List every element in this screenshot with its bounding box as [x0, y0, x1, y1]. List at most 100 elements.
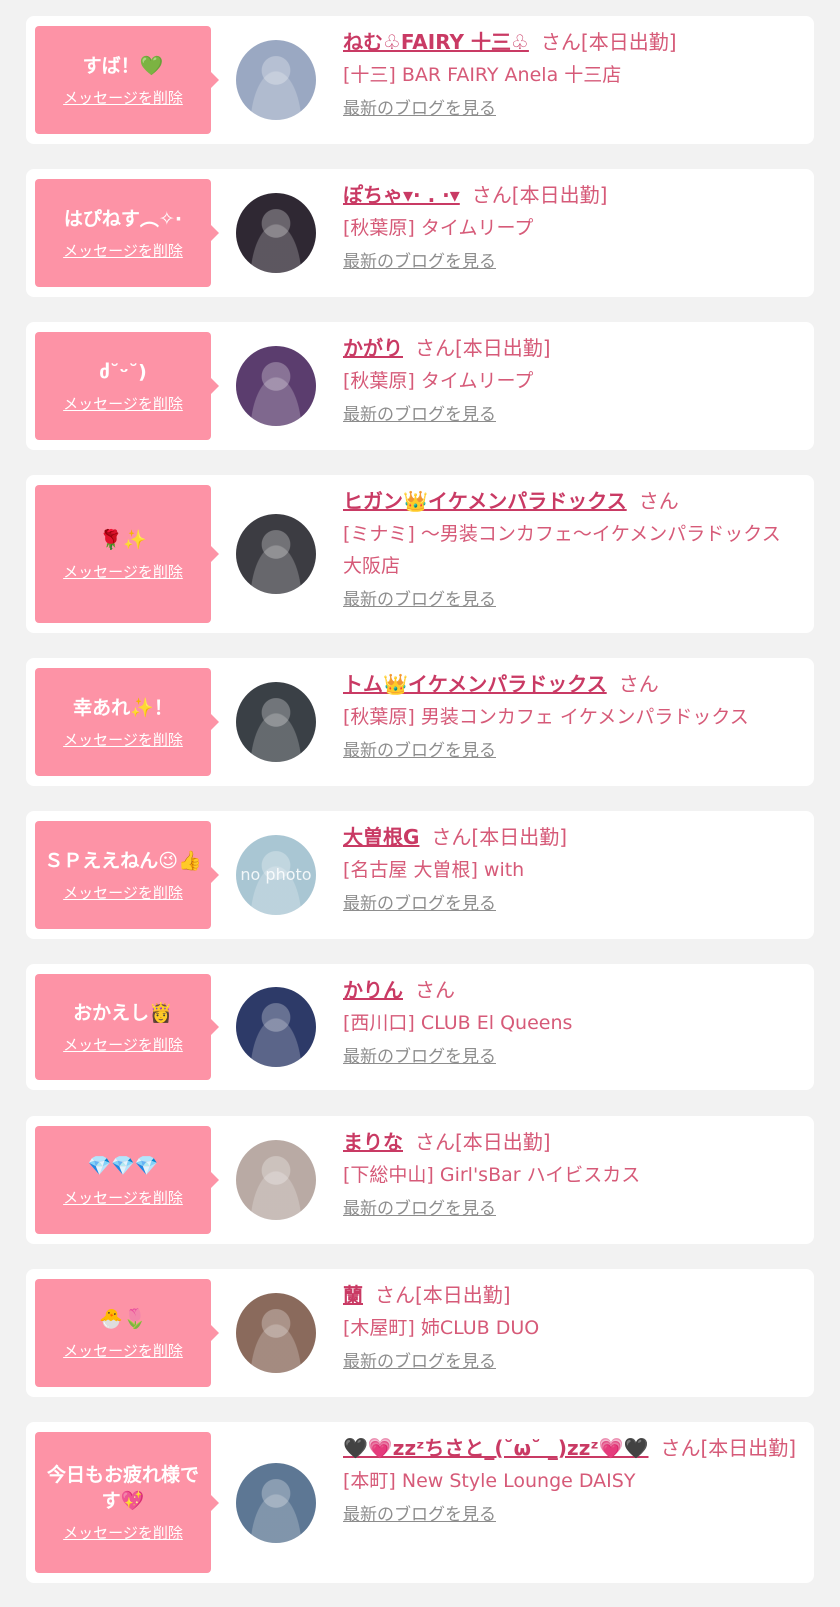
message-bubble: ძ˘ᵕ˘) メッセージを削除 [35, 332, 219, 440]
cast-info: 蘭さん[本日出勤] [木屋町] 姉CLUB DUO 最新のブログを見る [343, 1279, 798, 1374]
honorific-label: さん [660, 1436, 701, 1460]
message-bubble: はぴねす︵✧· メッセージを削除 [35, 179, 219, 287]
cast-name-link[interactable]: まりな [343, 1130, 403, 1154]
message-card: 💎💎💎 メッセージを削除 まりな さん[本日出勤] [下総中山] Girl'sBar ハ… [26, 1116, 814, 1244]
latest-blog-link[interactable]: 最新のブログを見る [343, 403, 496, 427]
delete-message-link[interactable]: メッセージを削除 [63, 882, 183, 903]
cast-name-link[interactable]: 🖤💗zzᶻちさと_(˘ω˘ _)zzᶻ💗🖤 [343, 1436, 649, 1460]
honorific-label: さん [415, 336, 455, 360]
cast-name-link[interactable]: ぽちゃ▾· . ·▾ [343, 183, 460, 207]
avatar[interactable] [236, 1293, 316, 1373]
message-card: おかえし👸 メッセージを削除 かりん さん [西川口] CLUB El Queens 最新… [26, 964, 814, 1090]
avatar[interactable] [236, 682, 316, 762]
delete-message-link[interactable]: メッセージを削除 [63, 87, 183, 108]
avatar[interactable] [236, 193, 316, 273]
work-status: [本日出勤] [511, 183, 608, 207]
latest-blog-link[interactable]: 最新のブログを見る [343, 97, 496, 121]
name-line: ねむ♧FAIRY 十三♧ さん[本日出勤] [343, 26, 798, 58]
cast-name-link[interactable]: ねむ♧FAIRY 十三♧ [343, 30, 529, 54]
message-text: ძ˘ᵕ˘) [99, 360, 147, 383]
shop-name: [十三] BAR FAIRY Anela 十三店 [343, 64, 622, 86]
work-status: [本日出勤] [580, 30, 677, 54]
cast-name-link[interactable]: かりん [343, 978, 403, 1002]
latest-blog-link[interactable]: 最新のブログを見る [343, 1503, 496, 1527]
honorific-label: さん [415, 1130, 455, 1154]
message-card: 今日もお疲れ様です💖 メッセージを削除 🖤💗zzᶻちさと_(˘ω˘ _)zzᶻ💗🖤 さ… [26, 1422, 814, 1583]
cast-name-link[interactable]: かがり [343, 336, 403, 360]
shop-name: [本町] New Style Lounge DAISY [343, 1470, 636, 1492]
message-card: 🐣🌷 メッセージを削除 蘭さん[本日出勤] [木屋町] 姉CLUB DUO 最新のブログ… [26, 1269, 814, 1397]
honorific-label: さん [431, 825, 472, 849]
message-bubble: 🌹✨ メッセージを削除 [35, 485, 219, 623]
honorific-label: さん [618, 672, 659, 696]
shop-name: [ミナミ] 〜男装コンカフェ〜イケメンパラドックス大阪店 [343, 523, 781, 577]
latest-blog-link[interactable]: 最新のブログを見る [343, 250, 496, 274]
message-bubble: 幸あれ✨！ メッセージを削除 [35, 668, 219, 776]
shop-name: [秋葉原] タイムリープ [343, 370, 534, 392]
name-line: トム👑イケメンパラドックス さん [343, 668, 798, 700]
cast-info: トム👑イケメンパラドックス さん [秋葉原] 男装コンカフェ イケメンパラドックス最… [343, 668, 798, 763]
message-text: ＳＰええねん😉👍 [44, 849, 202, 872]
name-line: 蘭さん[本日出勤] [343, 1279, 798, 1311]
delete-message-link[interactable]: メッセージを削除 [63, 1522, 183, 1543]
message-bubble: おかえし👸 メッセージを削除 [35, 974, 219, 1080]
honorific-label: さん [471, 183, 512, 207]
cast-info: かがり さん[本日出勤] [秋葉原] タイムリープ 最新のブログを見る [343, 332, 798, 427]
name-line: ぽちゃ▾· . ·▾ さん[本日出勤] [343, 179, 798, 211]
message-text: 🐣🌷 [99, 1307, 147, 1330]
latest-blog-link[interactable]: 最新のブログを見る [343, 1350, 496, 1374]
work-status: [本日出勤] [471, 825, 568, 849]
cast-info: ヒガン👑イケメンパラドックス さん [ミナミ] 〜男装コンカフェ〜イケメンパラドック… [343, 485, 798, 612]
avatar[interactable] [236, 1462, 316, 1543]
avatar[interactable] [236, 514, 316, 594]
cast-name-link[interactable]: ヒガン👑イケメンパラドックス [343, 489, 627, 513]
name-line: 大曽根G さん[本日出勤] [343, 821, 798, 853]
delete-message-link[interactable]: メッセージを削除 [63, 393, 183, 414]
delete-message-link[interactable]: メッセージを削除 [63, 561, 183, 582]
name-line: ヒガン👑イケメンパラドックス さん [343, 485, 798, 517]
work-status: [本日出勤] [415, 1283, 511, 1307]
delete-message-link[interactable]: メッセージを削除 [63, 1034, 183, 1055]
cast-name-link[interactable]: 大曽根G [343, 825, 419, 849]
message-text: 今日もお疲れ様です💖 [46, 1464, 199, 1512]
latest-blog-link[interactable]: 最新のブログを見る [343, 739, 496, 763]
shop-name: [名古屋 大曽根] with [343, 859, 525, 881]
avatar[interactable] [236, 987, 316, 1067]
message-text: 幸あれ✨！ [73, 696, 173, 719]
avatar[interactable] [236, 346, 316, 426]
delete-message-link[interactable]: メッセージを削除 [63, 1340, 183, 1361]
shop-name: [西川口] CLUB El Queens [343, 1012, 573, 1034]
avatar[interactable]: no photo [236, 835, 316, 915]
shop-name: [下総中山] Girl'sBar ハイビスカス [343, 1164, 641, 1186]
cast-info: かりん さん [西川口] CLUB El Queens 最新のブログを見る [343, 974, 798, 1069]
message-text: すば！💚 [82, 54, 164, 77]
cast-name-link[interactable]: トム👑イケメンパラドックス [343, 672, 607, 696]
name-line: かりん さん [343, 974, 798, 1006]
latest-blog-link[interactable]: 最新のブログを見る [343, 1045, 496, 1069]
message-card: 幸あれ✨！ メッセージを削除 トム👑イケメンパラドックス さん [秋葉原] 男装コンカフ… [26, 658, 814, 786]
message-bubble: 💎💎💎 メッセージを削除 [35, 1126, 219, 1234]
name-line: 🖤💗zzᶻちさと_(˘ω˘ _)zzᶻ💗🖤 さん[本日出勤] [343, 1432, 798, 1464]
latest-blog-link[interactable]: 最新のブログを見る [343, 1197, 496, 1221]
avatar[interactable] [236, 40, 316, 120]
message-bubble: 今日もお疲れ様です💖 メッセージを削除 [35, 1432, 219, 1573]
message-card: はぴねす︵✧· メッセージを削除 ぽちゃ▾· . ·▾ さん[本日出勤] [秋葉原] タ… [26, 169, 814, 297]
work-status: [本日出勤] [455, 1130, 551, 1154]
message-card: 🌹✨ メッセージを削除 ヒガン👑イケメンパラドックス さん [ミナミ] 〜男装コンカフェ… [26, 475, 814, 633]
avatar[interactable] [236, 1140, 316, 1220]
message-card: すば！💚 メッセージを削除 ねむ♧FAIRY 十三♧ さん[本日出勤] [十三] BAR… [26, 16, 814, 144]
shop-name: [秋葉原] タイムリープ [343, 217, 534, 239]
latest-blog-link[interactable]: 最新のブログを見る [343, 892, 496, 916]
delete-message-link[interactable]: メッセージを削除 [63, 729, 183, 750]
message-bubble: 🐣🌷 メッセージを削除 [35, 1279, 219, 1387]
honorific-label: さん [415, 978, 455, 1002]
honorific-label: さん [540, 30, 581, 54]
latest-blog-link[interactable]: 最新のブログを見る [343, 588, 496, 612]
cast-info: 🖤💗zzᶻちさと_(˘ω˘ _)zzᶻ💗🖤 さん[本日出勤] [本町] New St… [343, 1432, 798, 1527]
cast-name-link[interactable]: 蘭 [343, 1283, 363, 1307]
message-text: はぴねす︵✧· [63, 207, 183, 230]
message-bubble: ＳＰええねん😉👍 メッセージを削除 [35, 821, 219, 929]
delete-message-link[interactable]: メッセージを削除 [63, 240, 183, 261]
delete-message-link[interactable]: メッセージを削除 [63, 1187, 183, 1208]
honorific-label: さん [375, 1283, 415, 1307]
